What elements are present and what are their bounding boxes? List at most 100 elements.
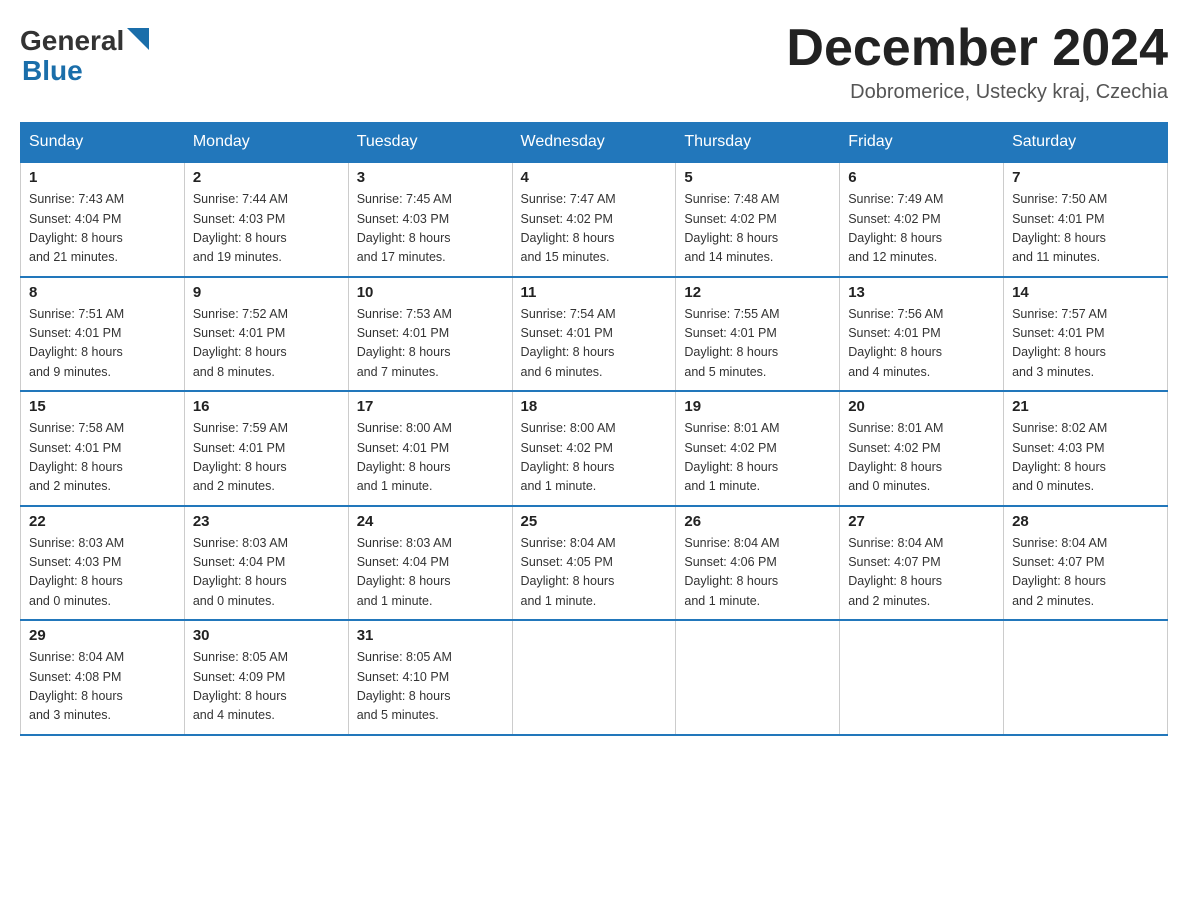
day-info: Sunrise: 8:05 AMSunset: 4:09 PMDaylight:… [193, 648, 340, 726]
table-row: 7 Sunrise: 7:50 AMSunset: 4:01 PMDayligh… [1004, 162, 1168, 277]
table-row: 20 Sunrise: 8:01 AMSunset: 4:02 PMDaylig… [840, 391, 1004, 506]
day-info: Sunrise: 7:50 AMSunset: 4:01 PMDaylight:… [1012, 190, 1159, 268]
col-saturday: Saturday [1004, 123, 1168, 163]
col-friday: Friday [840, 123, 1004, 163]
day-number: 22 [29, 513, 176, 530]
day-number: 6 [848, 169, 995, 186]
calendar-title: December 2024 [786, 20, 1168, 77]
day-number: 29 [29, 627, 176, 644]
day-number: 20 [848, 398, 995, 415]
day-info: Sunrise: 7:47 AMSunset: 4:02 PMDaylight:… [521, 190, 668, 268]
day-number: 19 [684, 398, 831, 415]
day-info: Sunrise: 7:57 AMSunset: 4:01 PMDaylight:… [1012, 305, 1159, 383]
day-number: 3 [357, 169, 504, 186]
day-info: Sunrise: 8:05 AMSunset: 4:10 PMDaylight:… [357, 648, 504, 726]
table-row: 24 Sunrise: 8:03 AMSunset: 4:04 PMDaylig… [348, 506, 512, 621]
logo-general-text: General [20, 25, 124, 57]
table-row [676, 620, 840, 735]
table-row: 16 Sunrise: 7:59 AMSunset: 4:01 PMDaylig… [184, 391, 348, 506]
day-info: Sunrise: 7:44 AMSunset: 4:03 PMDaylight:… [193, 190, 340, 268]
day-number: 13 [848, 284, 995, 301]
calendar-location: Dobromerice, Ustecky kraj, Czechia [786, 81, 1168, 104]
day-info: Sunrise: 7:48 AMSunset: 4:02 PMDaylight:… [684, 190, 831, 268]
col-wednesday: Wednesday [512, 123, 676, 163]
day-info: Sunrise: 8:00 AMSunset: 4:02 PMDaylight:… [521, 419, 668, 497]
day-info: Sunrise: 8:04 AMSunset: 4:07 PMDaylight:… [848, 534, 995, 612]
table-row: 14 Sunrise: 7:57 AMSunset: 4:01 PMDaylig… [1004, 277, 1168, 392]
calendar-week-5: 29 Sunrise: 8:04 AMSunset: 4:08 PMDaylig… [21, 620, 1168, 735]
calendar-week-4: 22 Sunrise: 8:03 AMSunset: 4:03 PMDaylig… [21, 506, 1168, 621]
table-row: 5 Sunrise: 7:48 AMSunset: 4:02 PMDayligh… [676, 162, 840, 277]
logo-blue-text: Blue [20, 55, 83, 87]
day-number: 23 [193, 513, 340, 530]
table-row: 31 Sunrise: 8:05 AMSunset: 4:10 PMDaylig… [348, 620, 512, 735]
calendar-header-row: Sunday Monday Tuesday Wednesday Thursday… [21, 123, 1168, 163]
day-info: Sunrise: 8:01 AMSunset: 4:02 PMDaylight:… [848, 419, 995, 497]
table-row: 21 Sunrise: 8:02 AMSunset: 4:03 PMDaylig… [1004, 391, 1168, 506]
day-info: Sunrise: 7:54 AMSunset: 4:01 PMDaylight:… [521, 305, 668, 383]
day-number: 2 [193, 169, 340, 186]
table-row: 3 Sunrise: 7:45 AMSunset: 4:03 PMDayligh… [348, 162, 512, 277]
day-number: 10 [357, 284, 504, 301]
day-number: 18 [521, 398, 668, 415]
col-tuesday: Tuesday [348, 123, 512, 163]
day-number: 8 [29, 284, 176, 301]
day-info: Sunrise: 8:04 AMSunset: 4:05 PMDaylight:… [521, 534, 668, 612]
table-row: 10 Sunrise: 7:53 AMSunset: 4:01 PMDaylig… [348, 277, 512, 392]
day-number: 27 [848, 513, 995, 530]
day-info: Sunrise: 7:49 AMSunset: 4:02 PMDaylight:… [848, 190, 995, 268]
table-row: 27 Sunrise: 8:04 AMSunset: 4:07 PMDaylig… [840, 506, 1004, 621]
table-row: 30 Sunrise: 8:05 AMSunset: 4:09 PMDaylig… [184, 620, 348, 735]
day-info: Sunrise: 8:00 AMSunset: 4:01 PMDaylight:… [357, 419, 504, 497]
table-row: 9 Sunrise: 7:52 AMSunset: 4:01 PMDayligh… [184, 277, 348, 392]
day-info: Sunrise: 8:04 AMSunset: 4:07 PMDaylight:… [1012, 534, 1159, 612]
day-number: 5 [684, 169, 831, 186]
table-row: 29 Sunrise: 8:04 AMSunset: 4:08 PMDaylig… [21, 620, 185, 735]
table-row: 18 Sunrise: 8:00 AMSunset: 4:02 PMDaylig… [512, 391, 676, 506]
page-header: General Blue December 2024 Dobromerice, … [20, 20, 1168, 104]
day-number: 26 [684, 513, 831, 530]
table-row: 2 Sunrise: 7:44 AMSunset: 4:03 PMDayligh… [184, 162, 348, 277]
table-row: 17 Sunrise: 8:00 AMSunset: 4:01 PMDaylig… [348, 391, 512, 506]
day-info: Sunrise: 7:51 AMSunset: 4:01 PMDaylight:… [29, 305, 176, 383]
day-info: Sunrise: 7:45 AMSunset: 4:03 PMDaylight:… [357, 190, 504, 268]
table-row [1004, 620, 1168, 735]
table-row: 13 Sunrise: 7:56 AMSunset: 4:01 PMDaylig… [840, 277, 1004, 392]
day-number: 28 [1012, 513, 1159, 530]
col-sunday: Sunday [21, 123, 185, 163]
day-info: Sunrise: 8:03 AMSunset: 4:04 PMDaylight:… [193, 534, 340, 612]
day-info: Sunrise: 8:01 AMSunset: 4:02 PMDaylight:… [684, 419, 831, 497]
table-row: 1 Sunrise: 7:43 AMSunset: 4:04 PMDayligh… [21, 162, 185, 277]
day-number: 7 [1012, 169, 1159, 186]
day-number: 25 [521, 513, 668, 530]
calendar-week-1: 1 Sunrise: 7:43 AMSunset: 4:04 PMDayligh… [21, 162, 1168, 277]
title-area: December 2024 Dobromerice, Ustecky kraj,… [786, 20, 1168, 104]
calendar-table: Sunday Monday Tuesday Wednesday Thursday… [20, 122, 1168, 736]
table-row: 15 Sunrise: 7:58 AMSunset: 4:01 PMDaylig… [21, 391, 185, 506]
day-info: Sunrise: 7:53 AMSunset: 4:01 PMDaylight:… [357, 305, 504, 383]
day-info: Sunrise: 7:52 AMSunset: 4:01 PMDaylight:… [193, 305, 340, 383]
table-row: 4 Sunrise: 7:47 AMSunset: 4:02 PMDayligh… [512, 162, 676, 277]
table-row: 19 Sunrise: 8:01 AMSunset: 4:02 PMDaylig… [676, 391, 840, 506]
day-number: 11 [521, 284, 668, 301]
day-number: 30 [193, 627, 340, 644]
day-number: 24 [357, 513, 504, 530]
table-row: 25 Sunrise: 8:04 AMSunset: 4:05 PMDaylig… [512, 506, 676, 621]
table-row: 12 Sunrise: 7:55 AMSunset: 4:01 PMDaylig… [676, 277, 840, 392]
table-row: 8 Sunrise: 7:51 AMSunset: 4:01 PMDayligh… [21, 277, 185, 392]
table-row: 23 Sunrise: 8:03 AMSunset: 4:04 PMDaylig… [184, 506, 348, 621]
day-number: 1 [29, 169, 176, 186]
day-info: Sunrise: 8:02 AMSunset: 4:03 PMDaylight:… [1012, 419, 1159, 497]
day-info: Sunrise: 8:04 AMSunset: 4:06 PMDaylight:… [684, 534, 831, 612]
col-thursday: Thursday [676, 123, 840, 163]
calendar-week-3: 15 Sunrise: 7:58 AMSunset: 4:01 PMDaylig… [21, 391, 1168, 506]
day-info: Sunrise: 7:43 AMSunset: 4:04 PMDaylight:… [29, 190, 176, 268]
table-row: 11 Sunrise: 7:54 AMSunset: 4:01 PMDaylig… [512, 277, 676, 392]
table-row: 22 Sunrise: 8:03 AMSunset: 4:03 PMDaylig… [21, 506, 185, 621]
day-number: 14 [1012, 284, 1159, 301]
day-info: Sunrise: 7:59 AMSunset: 4:01 PMDaylight:… [193, 419, 340, 497]
day-info: Sunrise: 8:03 AMSunset: 4:04 PMDaylight:… [357, 534, 504, 612]
calendar-week-2: 8 Sunrise: 7:51 AMSunset: 4:01 PMDayligh… [21, 277, 1168, 392]
day-info: Sunrise: 7:58 AMSunset: 4:01 PMDaylight:… [29, 419, 176, 497]
table-row [840, 620, 1004, 735]
